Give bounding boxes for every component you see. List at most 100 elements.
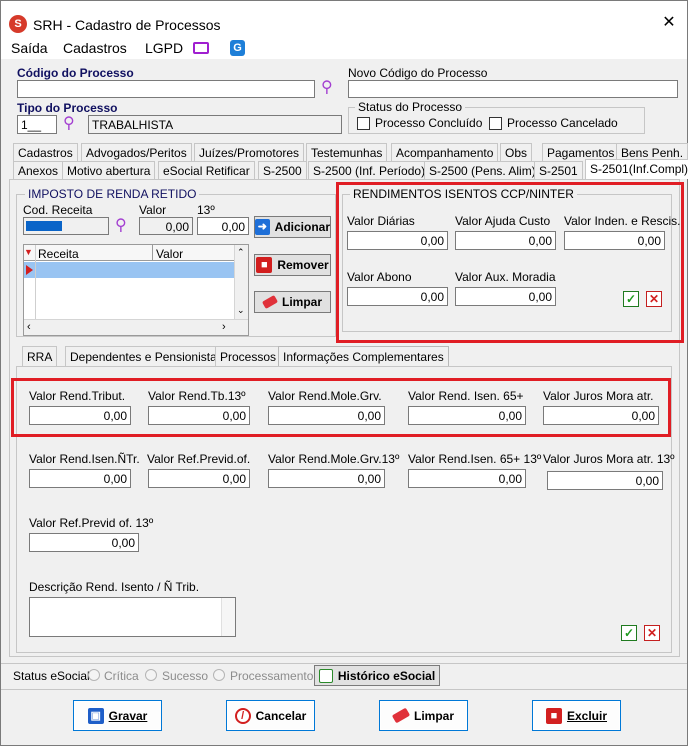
rend-isen-ntr-input[interactable]: 0,00 [29, 469, 131, 488]
remover-label: Remover [277, 258, 329, 272]
trash-icon: ■ [256, 257, 273, 273]
floppy-disk-icon: ▣ [87, 707, 104, 724]
radio-sucesso-label: Sucesso [162, 669, 209, 683]
radio-critica-label: Crítica [104, 669, 139, 683]
ref-previd-label: Valor Ref.Previd.of. [147, 452, 251, 466]
radio-sucesso[interactable] [145, 669, 157, 681]
cod-receita-input[interactable] [23, 217, 109, 235]
tab-cadastros[interactable]: Cadastros [13, 143, 78, 162]
radio-critica[interactable] [88, 669, 100, 681]
row-pointer-icon [26, 265, 33, 275]
eraser-icon [261, 295, 279, 309]
tab-advogados[interactable]: Advogados/Peritos [81, 143, 192, 162]
descricao-label: Descrição Rend. Isento / Ñ Trib. [29, 580, 200, 594]
tab-esocial-retificar[interactable]: eSocial Retificar [158, 161, 255, 180]
cancelar-label: Cancelar [255, 708, 307, 723]
rend-isen65-13-input[interactable]: 0,00 [408, 469, 526, 488]
tab-acompanhamento[interactable]: Acompanhamento [391, 143, 499, 162]
tab-s2500-pens[interactable]: S-2500 (Pens. Alim) [424, 161, 541, 180]
gravar-label: Gravar [108, 708, 148, 723]
tipo-code-input[interactable]: 1__ [17, 115, 57, 134]
grid-hscrollbar[interactable]: ‹ › [24, 319, 248, 335]
subtab-rra[interactable]: RRA [22, 346, 58, 366]
tab-testemunhas[interactable]: Testemunhas [306, 143, 388, 162]
novo-codigo-input[interactable] [348, 80, 678, 98]
subtab-processos[interactable]: Processos [215, 346, 282, 366]
rend-isen65-13-label: Valor Rend.Isen. 65+ 13º [408, 452, 542, 466]
codigo-label: Código do Processo [17, 66, 134, 80]
menu-lgpd[interactable]: LGPD [145, 40, 183, 56]
tab-s2500-periodo[interactable]: S-2500 (Inf. Período) [308, 161, 431, 180]
descricao-textarea[interactable] [29, 597, 236, 637]
tab-s2501[interactable]: S-2501 [534, 161, 583, 180]
receita-search-icon[interactable]: ⚲ [115, 218, 127, 234]
grid-col-valor: Valor [156, 247, 184, 261]
menu-cadastros[interactable]: Cadastros [63, 40, 127, 56]
grid-col-receita: Receita [38, 247, 79, 261]
info-confirm-check-icon[interactable]: ✓ [621, 625, 637, 641]
tab-obs[interactable]: Obs [500, 143, 533, 162]
grid-header-arrow-icon: ▼ [24, 247, 33, 257]
grid-vscrollbar[interactable]: ⌃ ⌄ [234, 245, 248, 319]
concluido-label: Processo Concluído [375, 116, 483, 130]
juros-mora13-label: Valor Juros Mora atr. 13º [543, 452, 675, 466]
rend-isen-ntr-label: Valor Rend.Isen.ÑTr. [29, 452, 140, 466]
highlight-frame-info [11, 378, 671, 437]
status-group-title: Status do Processo [355, 100, 466, 114]
tipo-search-icon[interactable]: ⚲ [63, 116, 75, 132]
eraser-icon [391, 707, 411, 724]
subtab-informacoes[interactable]: Informações Complementares [278, 346, 449, 367]
rend-mole13-label: Valor Rend.Mole.Grv.13º [268, 452, 400, 466]
tab-motivo-abertura[interactable]: Motivo abertura [62, 161, 156, 180]
status-bar: Status eSocial: Crítica Sucesso Processa… [1, 663, 687, 687]
ref-previd-input[interactable]: 0,00 [148, 469, 250, 488]
concluido-checkbox[interactable] [357, 117, 370, 130]
cancelar-button[interactable]: / Cancelar [226, 700, 315, 731]
tab-juizes[interactable]: Juízes/Promotores [194, 143, 305, 162]
limpar-label: Limpar [413, 708, 454, 723]
cancelado-checkbox[interactable] [489, 117, 502, 130]
table-row[interactable] [24, 262, 234, 278]
historico-esocial-button[interactable]: Histórico eSocial [314, 665, 440, 686]
title-bar: S SRH - Cadastro de Processos ✕ [1, 1, 687, 37]
codigo-input[interactable] [17, 80, 315, 98]
tipo-desc-field: TRABALHISTA [88, 115, 342, 134]
radio-processamento-label: Processamento [230, 669, 314, 683]
novo-codigo-label: Novo Código do Processo [348, 66, 488, 80]
search-icon[interactable]: ⚲ [321, 80, 333, 96]
subtab-dependentes[interactable]: Dependentes e Pensionistas [65, 346, 228, 366]
highlight-frame-ccp [336, 182, 684, 343]
historico-label: Histórico eSocial [337, 668, 436, 683]
rend-mole13-input[interactable]: 0,00 [268, 469, 385, 488]
remover-button[interactable]: ■ Remover [254, 254, 331, 276]
arrow-right-icon: ➜ [255, 219, 270, 235]
gravar-button[interactable]: ▣ Gravar [73, 700, 162, 731]
tab-s2501-inf-compl[interactable]: S-2501(Inf.Compl) [585, 159, 688, 179]
status-esocial-label: Status eSocial: [13, 669, 94, 683]
tab-anexos[interactable]: Anexos [13, 161, 64, 180]
valor-label: Valor [139, 203, 167, 217]
cancelado-label: Processo Cancelado [507, 116, 618, 130]
monitor-icon[interactable] [193, 42, 209, 54]
cod-receita-label: Cod. Receita [23, 203, 93, 217]
g-app-icon[interactable]: G [230, 40, 245, 56]
adicionar-button[interactable]: ➜ Adicionar [254, 216, 331, 238]
receita-grid[interactable]: ▼ Receita Valor ⌃ ⌄ ‹ › [23, 244, 249, 336]
limpar-irrf-label: Limpar [281, 295, 322, 309]
menu-bar: Saída Cadastros LGPD G [1, 37, 687, 59]
info-cancel-x-icon[interactable]: ✕ [644, 625, 660, 641]
radio-processamento[interactable] [213, 669, 225, 681]
main-window: S SRH - Cadastro de Processos ✕ Saída Ca… [0, 0, 688, 746]
valor-input[interactable]: 0,00 [139, 217, 193, 235]
textarea-scrollbar[interactable] [221, 598, 235, 636]
tipo-label: Tipo do Processo [17, 101, 118, 115]
limpar-button[interactable]: Limpar [379, 700, 468, 731]
juros-mora13-input[interactable]: 0,00 [547, 471, 663, 490]
tab-s2500[interactable]: S-2500 [258, 161, 307, 180]
limpar-irrf-button[interactable]: Limpar [254, 291, 331, 313]
ref-previd13-input[interactable]: 0,00 [29, 533, 139, 552]
decimo-input[interactable]: 0,00 [197, 217, 249, 235]
close-icon[interactable]: ✕ [659, 13, 679, 33]
menu-saida[interactable]: Saída [11, 40, 48, 56]
excluir-button[interactable]: ■ Excluir [532, 700, 621, 731]
